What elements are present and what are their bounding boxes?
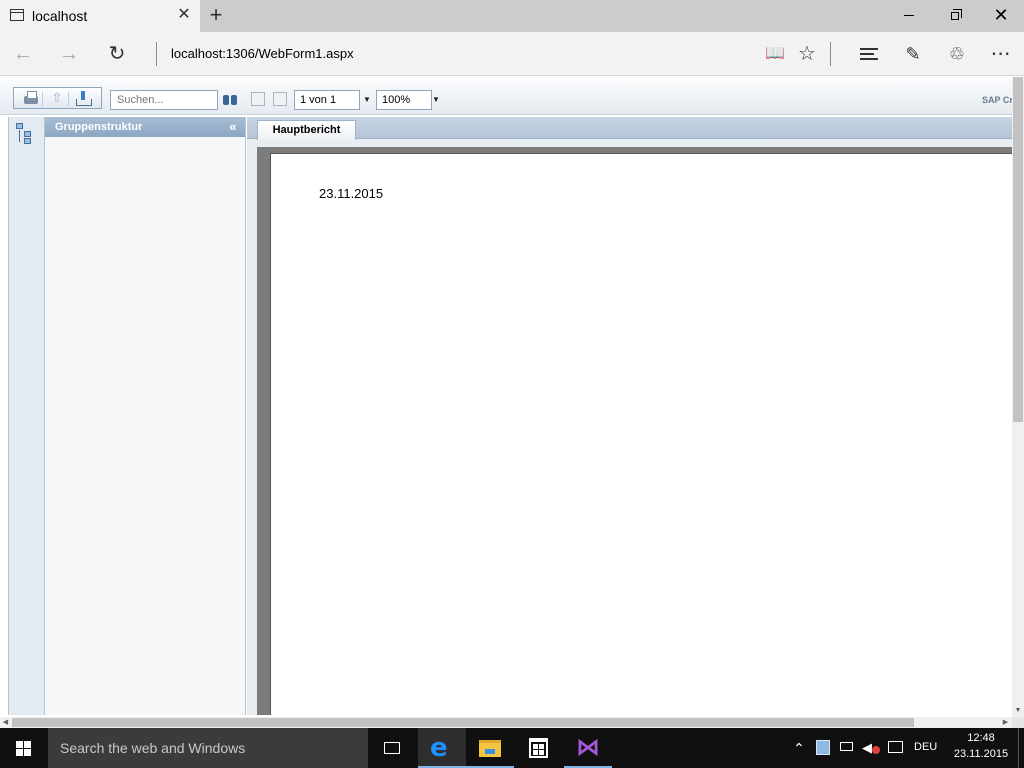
taskbar-app-edge[interactable]: e <box>418 728 466 768</box>
group-tree-panel: Gruppenstruktur « <box>45 117 246 715</box>
horizontal-scroll-thumb[interactable] <box>12 718 914 727</box>
taskbar-app-file-explorer[interactable] <box>466 728 514 768</box>
page-selector[interactable]: 1 von 1 <box>294 90 360 110</box>
back-arrow-icon[interactable]: ← <box>10 42 36 66</box>
windows-logo-icon <box>16 741 31 756</box>
tray-app-icon[interactable] <box>816 740 830 755</box>
vertical-scrollbar[interactable]: ▼ <box>1012 77 1024 717</box>
edge-icon: e <box>430 733 448 763</box>
minimize-icon <box>904 15 914 16</box>
report-tab-strip: Hauptbericht <box>247 117 1012 140</box>
visual-studio-icon: ⋈ <box>576 734 600 761</box>
browser-tab-bar: localhost ✕ + ✕ <box>0 0 1024 32</box>
first-page-icon[interactable] <box>251 92 265 106</box>
taskbar-app-store[interactable] <box>514 728 562 768</box>
taskbar-app-visual-studio[interactable]: ⋈ <box>564 728 612 768</box>
close-icon: ✕ <box>993 5 1009 25</box>
new-tab-icon[interactable]: + <box>206 4 226 26</box>
clock-date[interactable]: 23.11.2015 <box>950 748 1012 760</box>
forward-arrow-icon[interactable]: → <box>56 42 82 66</box>
start-button[interactable] <box>0 728 48 768</box>
report-page-frame: 23.11.2015 <box>257 147 1012 715</box>
sap-logo: SAP Crystal Reports <box>982 95 1012 105</box>
clock-time[interactable]: 12:48 <box>954 732 1008 744</box>
share-icon[interactable]: ♲ <box>944 42 970 66</box>
restore-icon <box>951 9 962 20</box>
volume-muted-icon[interactable]: ◀ <box>862 739 880 757</box>
report-date: 23.11.2015 <box>319 186 384 201</box>
export-icon[interactable] <box>74 90 92 106</box>
scroll-corner <box>1012 717 1024 728</box>
taskbar: Search the web and Windows e ⋈ ⌃ ◀ DEU 1… <box>0 728 1024 768</box>
collapse-icon[interactable]: « <box>225 119 241 135</box>
print-icon[interactable] <box>22 90 40 106</box>
group-panel-title: Gruppenstruktur <box>55 121 143 133</box>
binoculars-icon[interactable] <box>222 92 238 108</box>
minimize-button[interactable] <box>886 0 932 32</box>
task-view-icon[interactable] <box>380 736 404 760</box>
reading-view-icon[interactable]: 📖 <box>762 42 788 66</box>
page-icon <box>10 9 24 21</box>
chevron-up-icon[interactable]: ⌃ <box>790 738 808 758</box>
close-window-button[interactable]: ✕ <box>978 0 1024 32</box>
search-input[interactable] <box>110 90 218 110</box>
refresh-icon[interactable]: ↻ <box>104 42 130 66</box>
chevron-down-icon[interactable]: ▼ <box>430 90 442 110</box>
favorite-star-icon[interactable]: ☆ <box>794 42 820 66</box>
scroll-right-icon[interactable]: ▶ <box>1000 717 1011 728</box>
folder-icon <box>479 740 501 757</box>
export-print-group: ⇧ <box>13 87 102 109</box>
vertical-scroll-thumb[interactable] <box>1013 77 1023 422</box>
report-page: 23.11.2015 <box>270 153 1012 715</box>
notification-icon[interactable] <box>886 739 906 757</box>
address-bar[interactable]: localhost:1306/WebForm1.aspx <box>171 46 354 61</box>
browser-nav-bar: ← → ↻ localhost:1306/WebForm1.aspx 📖 ☆ ✎… <box>0 32 1024 76</box>
taskbar-search-placeholder: Search the web and Windows <box>60 740 246 756</box>
restore-button[interactable] <box>932 0 978 32</box>
store-icon <box>529 738 548 758</box>
web-note-icon[interactable]: ✎ <box>900 42 926 66</box>
scroll-left-icon[interactable]: ◀ <box>0 717 11 728</box>
chevron-down-icon[interactable]: ▼ <box>361 90 373 110</box>
input-language[interactable]: DEU <box>914 741 937 753</box>
panel-toggle-strip <box>8 117 45 715</box>
address-divider <box>156 42 157 66</box>
tab-close-icon[interactable]: ✕ <box>176 6 192 24</box>
hub-icon[interactable] <box>856 42 882 66</box>
scroll-down-icon[interactable]: ▼ <box>1012 705 1024 717</box>
report-area: Hauptbericht 23.11.2015 <box>247 117 1012 715</box>
parent-group-icon[interactable]: ⇧ <box>48 90 66 106</box>
network-icon[interactable] <box>838 740 856 756</box>
browser-tab[interactable]: localhost ✕ <box>0 0 200 32</box>
toolbar-divider <box>830 42 831 66</box>
toolbar-divider <box>42 92 43 106</box>
previous-page-icon[interactable] <box>273 92 287 106</box>
show-desktop-button[interactable] <box>1018 728 1024 768</box>
tab-title: localhost <box>32 8 88 24</box>
horizontal-scrollbar[interactable]: ◀ ▶ <box>0 717 1012 728</box>
taskbar-search-box[interactable]: Search the web and Windows <box>48 728 368 768</box>
more-icon[interactable]: ⋯ <box>988 42 1014 66</box>
tab-main-report[interactable]: Hauptbericht <box>257 120 356 140</box>
group-tree-icon[interactable] <box>16 123 36 145</box>
group-panel-header: Gruppenstruktur « <box>45 117 245 137</box>
toolbar-divider <box>68 92 69 106</box>
zoom-selector[interactable]: 100% <box>376 90 432 110</box>
